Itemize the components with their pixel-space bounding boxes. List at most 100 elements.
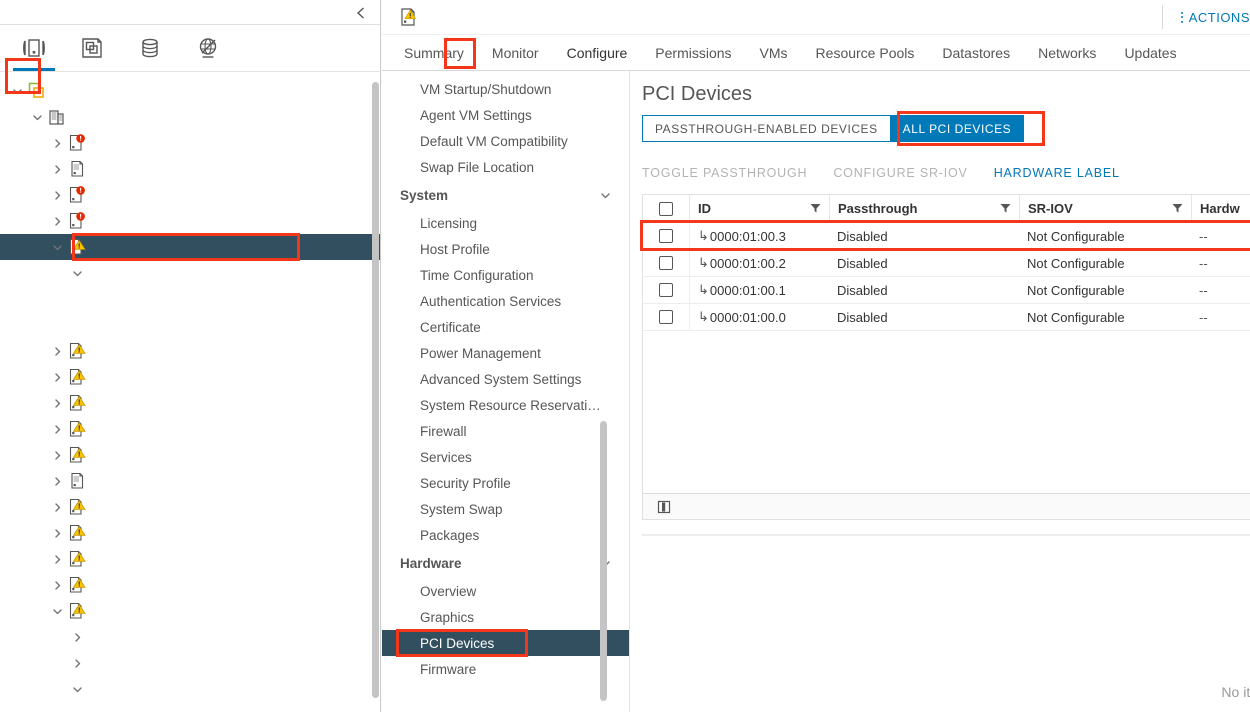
column-selector-icon[interactable]	[657, 500, 671, 514]
configure-item-security-profile[interactable]: Security Profile	[382, 470, 629, 496]
configure-item-overview[interactable]: Overview	[382, 578, 629, 604]
tab-configure[interactable]: Configure	[553, 36, 642, 70]
inventory-scrollbar[interactable]	[372, 82, 379, 698]
chevron-right-icon[interactable]	[48, 442, 66, 468]
filter-icon[interactable]	[1172, 201, 1183, 216]
chevron-right-icon[interactable]	[48, 416, 66, 442]
sidebar-item-vms-and-templates[interactable]	[63, 25, 121, 71]
tree-item[interactable]	[0, 156, 380, 182]
tree-item[interactable]	[0, 650, 380, 676]
tree-item[interactable]	[0, 676, 380, 702]
configure-group-hardware[interactable]: Hardware	[382, 548, 629, 578]
tree-item[interactable]	[0, 442, 380, 468]
tree-item-selected[interactable]	[0, 234, 380, 260]
column-header-id[interactable]: ID	[689, 195, 829, 223]
chevron-right-icon[interactable]	[48, 546, 66, 572]
configure-item-firmware[interactable]: Firmware	[382, 656, 629, 682]
sidebar-item-storage[interactable]	[121, 25, 179, 71]
chevron-right-icon[interactable]	[48, 156, 66, 182]
tree-item[interactable]	[0, 104, 380, 130]
chevron-right-icon[interactable]	[48, 494, 66, 520]
chevron-right-icon[interactable]	[68, 650, 86, 676]
tree-item[interactable]	[0, 208, 380, 234]
passthrough-enabled-devices-button[interactable]: PASSTHROUGH-ENABLED DEVICES	[642, 115, 890, 142]
tree-item[interactable]	[0, 598, 380, 624]
chevron-right-icon[interactable]	[48, 208, 66, 234]
chevron-right-icon[interactable]	[68, 624, 86, 650]
chevron-right-icon[interactable]	[48, 364, 66, 390]
row-checkbox[interactable]	[659, 229, 673, 243]
column-header-sriov[interactable]: SR-IOV	[1019, 195, 1191, 223]
configure-item-packages[interactable]: Packages	[382, 522, 629, 548]
tab-updates[interactable]: Updates	[1110, 36, 1190, 70]
configure-item-firewall[interactable]: Firewall	[382, 418, 629, 444]
tree-item[interactable]	[0, 390, 380, 416]
actions-button[interactable]: ACTIONS	[1181, 10, 1250, 25]
chevron-right-icon[interactable]	[48, 390, 66, 416]
chevron-right-icon[interactable]	[48, 338, 66, 364]
tree-item[interactable]	[0, 468, 380, 494]
chevron-down-icon[interactable]	[8, 78, 26, 104]
table-row[interactable]: ↳0000:01:00.0DisabledNot Configurable--	[643, 304, 1250, 331]
tree-item[interactable]	[0, 572, 380, 598]
tab-summary[interactable]: Summary	[390, 36, 478, 70]
tree-item[interactable]	[0, 624, 380, 650]
configure-item-swap-file-location[interactable]: Swap File Location	[382, 154, 629, 180]
tab-monitor[interactable]: Monitor	[478, 36, 553, 70]
configure-item-services[interactable]: Services	[382, 444, 629, 470]
all-pci-devices-button[interactable]: ALL PCI DEVICES	[890, 115, 1025, 142]
configure-item-advanced-system-settings[interactable]: Advanced System Settings	[382, 366, 629, 392]
tab-vms[interactable]: VMs	[746, 36, 802, 70]
table-row[interactable]: ↳0000:01:00.1DisabledNot Configurable--	[643, 277, 1250, 304]
column-header-hardware-label[interactable]: Hardw	[1191, 195, 1250, 223]
configure-item-default-vm-compatibility[interactable]: Default VM Compatibility	[382, 128, 629, 154]
configure-item-agent-vm-settings[interactable]: Agent VM Settings	[382, 102, 629, 128]
tree-item[interactable]	[0, 260, 380, 286]
configure-item-time-configuration[interactable]: Time Configuration	[382, 262, 629, 288]
tree-item[interactable]	[0, 546, 380, 572]
configure-item-graphics[interactable]: Graphics	[382, 604, 629, 630]
configure-item-host-profile[interactable]: Host Profile	[382, 236, 629, 262]
configure-item-pci-devices[interactable]: PCI Devices	[382, 630, 629, 656]
configure-sr-iov-button[interactable]: CONFIGURE SR-IOV	[833, 166, 967, 180]
configure-item-system-swap[interactable]: System Swap	[382, 496, 629, 522]
configure-item-certificate[interactable]: Certificate	[382, 314, 629, 340]
configure-nav-scrollbar[interactable]	[600, 421, 607, 701]
tree-item[interactable]	[0, 520, 380, 546]
sidebar-item-hosts-and-clusters[interactable]	[5, 25, 63, 71]
scrollbar-thumb[interactable]	[600, 421, 607, 701]
scrollbar-thumb[interactable]	[372, 82, 379, 698]
table-row[interactable]: ↳0000:01:00.2DisabledNot Configurable--	[643, 250, 1250, 277]
select-all-checkbox[interactable]	[659, 202, 673, 216]
chevron-right-icon[interactable]	[48, 520, 66, 546]
tree-item[interactable]	[0, 78, 380, 104]
chevron-right-icon[interactable]	[48, 572, 66, 598]
chevron-right-icon[interactable]	[48, 468, 66, 494]
row-checkbox[interactable]	[659, 283, 673, 297]
tree-item[interactable]	[0, 286, 380, 312]
configure-item-authentication-services[interactable]: Authentication Services	[382, 288, 629, 314]
chevron-right-icon[interactable]	[48, 130, 66, 156]
table-row[interactable]: ↳0000:01:00.3DisabledNot Configurable--	[643, 223, 1250, 250]
toggle-passthrough-button[interactable]: TOGGLE PASSTHROUGH	[642, 166, 807, 180]
chevron-left-icon[interactable]	[350, 2, 372, 24]
row-checkbox[interactable]	[659, 310, 673, 324]
row-checkbox[interactable]	[659, 256, 673, 270]
column-header-passthrough[interactable]: Passthrough	[829, 195, 1019, 223]
tree-item[interactable]	[0, 182, 380, 208]
filter-icon[interactable]	[810, 201, 821, 216]
chevron-down-icon[interactable]	[28, 104, 46, 130]
tree-item[interactable]	[0, 494, 380, 520]
sidebar-item-networking[interactable]	[179, 25, 237, 71]
chevron-right-icon[interactable]	[48, 182, 66, 208]
chevron-down-icon[interactable]	[600, 190, 611, 201]
filter-icon[interactable]	[1000, 201, 1011, 216]
chevron-down-icon[interactable]	[68, 260, 86, 286]
tab-datastores[interactable]: Datastores	[928, 36, 1024, 70]
configure-item-system-resource-reservati[interactable]: System Resource Reservati…	[382, 392, 629, 418]
configure-group-system[interactable]: System	[382, 180, 629, 210]
configure-item-licensing[interactable]: Licensing	[382, 210, 629, 236]
tree-item[interactable]	[0, 130, 380, 156]
configure-item-vm-startup-shutdown[interactable]: VM Startup/Shutdown	[382, 76, 629, 102]
tree-item[interactable]	[0, 312, 380, 338]
